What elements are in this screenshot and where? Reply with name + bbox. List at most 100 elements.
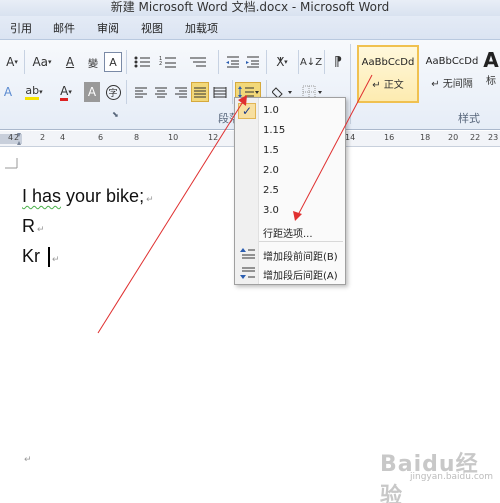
style-normal[interactable]: AaBbCcDd ↵ 正文 (357, 45, 419, 103)
document-line[interactable]: Kr ↵ (22, 246, 60, 268)
divider (126, 80, 127, 104)
document-line[interactable]: I has your bike; ↵ (22, 186, 154, 207)
empty-paragraph: ↵ (22, 452, 32, 465)
menu-item-spacing-1-0[interactable]: 1.0 (263, 105, 279, 116)
grow-font-label: A (6, 55, 15, 69)
show-marks-button[interactable]: ⁋ (330, 52, 346, 72)
ruler-number: 12 (208, 133, 219, 142)
font-dialog-launcher-icon[interactable]: ⬊ (112, 110, 119, 119)
text-cursor (48, 247, 50, 268)
highlight-button[interactable]: ab ▾ (20, 82, 48, 102)
tab-addins[interactable]: 加载项 (185, 20, 218, 36)
divider (232, 80, 233, 104)
style-heading[interactable]: A 标 (482, 45, 500, 103)
menu-item-spacing-3-0[interactable]: 3.0 (263, 205, 279, 216)
menu-item-spacing-1-15[interactable]: 1.15 (263, 125, 285, 136)
font-color-button[interactable]: A ▾ (54, 82, 78, 102)
justify-button[interactable] (191, 82, 209, 102)
phonetic-guide-icon[interactable]: 變 (84, 52, 102, 72)
tab-references[interactable]: 引用 (10, 20, 32, 36)
line-text-rest: your bike; (61, 186, 145, 206)
divider (218, 50, 219, 74)
style-sample: AaBbCcDd (425, 56, 479, 67)
numbering-icon: 12 (159, 56, 176, 68)
align-left-button[interactable] (132, 82, 150, 102)
numbering-button[interactable]: 12 (158, 52, 180, 72)
style-name: ↵ 无间隔 (431, 79, 473, 90)
style-name: 标 (486, 76, 496, 87)
align-center-icon (155, 87, 167, 98)
text-effect-button[interactable]: A (0, 82, 16, 102)
menu-item-line-spacing-options[interactable]: 行距选项... (263, 225, 313, 240)
ruler-number: 2 (14, 133, 20, 142)
multilevel-list-icon (190, 57, 206, 67)
ruler-number: 8 (134, 133, 140, 142)
grow-font-button[interactable]: A ▾ (4, 52, 20, 72)
font-color-label: A (60, 84, 69, 101)
highlight-label: ab (25, 84, 40, 100)
multilevel-list-button[interactable] (186, 52, 212, 72)
ruler-number: 20 (448, 133, 459, 142)
align-left-icon (135, 87, 147, 98)
align-right-icon (175, 87, 187, 98)
menu-separator (259, 241, 343, 242)
svg-text:2: 2 (159, 61, 162, 67)
text-effect-label: A (3, 85, 13, 99)
style-sample: A (483, 48, 499, 72)
decrease-indent-icon (226, 56, 239, 68)
paragraph-mark: ↵ (52, 254, 60, 264)
chinese-layout-button[interactable]: ⵅ ▾ (270, 52, 294, 72)
menu-item-spacing-1-5[interactable]: 1.5 (263, 145, 279, 156)
baidu-watermark-url: jingyan.baidu.com (410, 472, 494, 482)
paragraph-mark: ↵ (24, 455, 32, 465)
document-line[interactable]: R ↵ (22, 216, 45, 237)
change-case-label: Aa (32, 55, 49, 69)
style-no-spacing[interactable]: AaBbCcDd ↵ 无间隔 (421, 45, 483, 103)
ruler-number: 16 (384, 133, 395, 142)
line-text: Kr (22, 246, 40, 266)
enclose-chars-label: 字 (105, 84, 121, 100)
change-case-button[interactable]: Aa ▾ (30, 52, 54, 72)
ruler-number: 6 (98, 133, 104, 142)
styles-group-label: 样式 (458, 112, 480, 125)
ruler-number: 10 (168, 133, 179, 142)
style-sample: AaBbCcDd (361, 57, 415, 68)
margin-corner-mark (5, 158, 18, 169)
ribbon-tab-bar: 引用 邮件 审阅 视图 加载项 (0, 16, 500, 40)
char-border-button[interactable]: A (104, 52, 122, 72)
char-shading-button[interactable]: A (84, 82, 100, 102)
style-name: ↵ 正文 (372, 80, 404, 91)
ruler-number: 18 (420, 133, 431, 142)
tab-view[interactable]: 视图 (141, 20, 163, 36)
ruler-number: 4 (8, 133, 14, 142)
increase-indent-button[interactable] (244, 52, 262, 72)
tab-review[interactable]: 审阅 (97, 20, 119, 36)
bullets-button[interactable] (132, 52, 154, 72)
ruler-number: 23 (488, 133, 499, 142)
tab-mailings[interactable]: 邮件 (53, 20, 75, 36)
justify-icon (194, 87, 206, 98)
line-spacing-menu: ✓ 1.0 1.15 1.5 2.0 2.5 3.0 行距选项... 增加段前间… (234, 97, 346, 285)
ruler-number: 4 (60, 133, 66, 142)
align-center-button[interactable] (152, 82, 170, 102)
add-space-before-icon (240, 248, 255, 259)
clear-format-button[interactable]: A (60, 52, 80, 72)
sort-button[interactable]: A↓Z (300, 52, 322, 72)
menu-item-spacing-2-5[interactable]: 2.5 (263, 185, 279, 196)
bullets-icon (134, 56, 150, 68)
divider (126, 50, 127, 74)
window-title: 新建 Microsoft Word 文档.docx - Microsoft Wo… (110, 0, 390, 14)
check-icon: ✓ (238, 103, 256, 119)
menu-item-spacing-2-0[interactable]: 2.0 (263, 165, 279, 176)
spellcheck-word: I has (22, 186, 62, 206)
decrease-indent-button[interactable] (224, 52, 242, 72)
clear-format-label: A (65, 55, 75, 69)
divider (266, 50, 267, 74)
distributed-button[interactable] (211, 82, 229, 102)
enclose-chars-button[interactable]: 字 (104, 82, 122, 102)
add-space-after-icon (240, 267, 255, 279)
align-right-button[interactable] (172, 82, 190, 102)
ruler-number: 22 (470, 133, 481, 142)
menu-item-add-space-after[interactable]: 增加段后间距(A) (263, 267, 338, 282)
menu-item-add-space-before[interactable]: 增加段前间距(B) (263, 248, 338, 263)
